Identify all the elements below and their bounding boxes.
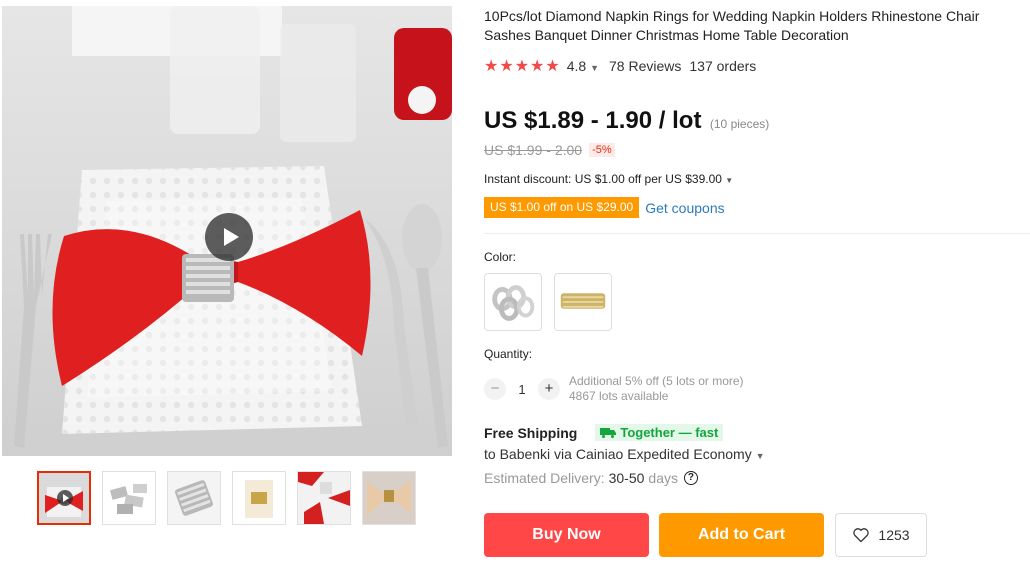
discount-badge: -5% — [589, 143, 615, 157]
thumb-silver-closeup-image — [168, 472, 220, 524]
delivery-label: Estimated Delivery: — [484, 470, 605, 486]
instant-discount-text: Instant discount: US $1.00 off per US $3… — [484, 172, 722, 186]
together-badge: Together — fast — [595, 424, 724, 441]
rating-value[interactable]: 4.8 ▼ — [567, 58, 599, 74]
truck-icon — [600, 428, 617, 438]
wishlist-count: 1253 — [878, 527, 910, 543]
quantity-label: Quantity: — [484, 347, 533, 361]
quantity-stepper: − + Additional 5% off (5 lots or more) 4… — [484, 374, 744, 404]
delivery-days: 30-50 — [608, 470, 645, 486]
color-swatch-gold[interactable] — [554, 273, 612, 331]
section-divider — [484, 233, 1030, 234]
wishlist-button[interactable]: 1253 — [835, 513, 927, 557]
orders-count: 137 orders — [689, 58, 757, 74]
current-price: US $1.89 - 1.90 / lot — [484, 107, 702, 134]
chevron-down-icon: ▼ — [755, 451, 765, 461]
get-coupons-link[interactable]: Get coupons — [645, 200, 724, 216]
thumb-video-red-napkin[interactable] — [37, 471, 91, 525]
product-title: 10Pcs/lot Diamond Napkin Rings for Weddi… — [484, 8, 980, 43]
coupon-row: US $1.00 off on US $29.00 Get coupons — [484, 197, 725, 218]
quantity-decrease-button[interactable]: − — [484, 378, 506, 400]
quantity-note: Additional 5% off (5 lots or more) 4867 … — [569, 374, 744, 404]
main-product-image[interactable] — [2, 6, 452, 456]
rating-row: ★★★★★ 4.8 ▼ 78 Reviews 137 orders — [484, 56, 756, 76]
chevron-down-icon: ▼ — [590, 63, 599, 73]
mini-play-icon — [57, 490, 73, 506]
rating-number: 4.8 — [566, 58, 587, 74]
together-badge-text: Together — fast — [620, 425, 719, 440]
pieces-per-lot: (10 pieces) — [709, 117, 770, 131]
thumb-gold-ring-beige-napkin[interactable] — [362, 471, 416, 525]
price-row: US $1.89 - 1.90 / lot (10 pieces) — [484, 107, 769, 135]
color-swatches — [484, 273, 612, 331]
estimated-delivery: Estimated Delivery: 30-50 days ? — [484, 470, 698, 486]
star-rating-icon: ★★★★★ — [484, 58, 561, 75]
delivery-days-unit: days — [648, 470, 678, 486]
buy-now-button[interactable]: Buy Now — [484, 513, 649, 557]
coupon-tag[interactable]: US $1.00 off on US $29.00 — [484, 197, 640, 218]
quantity-increase-button[interactable]: + — [538, 378, 560, 400]
color-label: Color: — [484, 250, 517, 264]
chevron-down-icon: ▼ — [725, 176, 734, 185]
original-price-row: US $1.99 - 2.00 -5% — [484, 142, 615, 158]
thumb-gold-ring-image — [233, 472, 285, 524]
reviews-link[interactable]: 78 Reviews — [609, 58, 681, 74]
thumb-table-setting-red[interactable] — [297, 471, 351, 525]
silver-ring-swatch-image — [485, 274, 541, 330]
thumb-gold-ring-napkin[interactable] — [232, 471, 286, 525]
add-to-cart-button[interactable]: Add to Cart — [659, 513, 824, 557]
play-video-button[interactable] — [205, 213, 253, 261]
free-shipping-label: Free Shipping — [484, 424, 578, 441]
shipping-row: Free Shipping Together — fast — [484, 424, 724, 441]
thumbnail-strip — [37, 471, 416, 525]
instant-discount[interactable]: Instant discount: US $1.00 off per US $3… — [484, 172, 733, 186]
thumb-silver-rings-pile[interactable] — [102, 471, 156, 525]
stock-available: 4867 lots available — [569, 389, 669, 403]
gold-ring-swatch-image — [555, 274, 611, 330]
original-price: US $1.99 - 2.00 — [484, 142, 583, 158]
quantity-input[interactable] — [506, 381, 538, 397]
thumb-silver-rings-image — [103, 472, 155, 524]
thumb-table-setting-image — [298, 472, 350, 524]
shipping-method[interactable]: to Babenki via Cainiao Expedited Economy… — [484, 446, 765, 462]
thumb-beige-napkin-image — [363, 472, 415, 524]
help-icon[interactable]: ? — [683, 471, 698, 485]
shipping-method-text: to Babenki via Cainiao Expedited Economy — [484, 446, 752, 462]
bulk-discount-note: Additional 5% off (5 lots or more) — [569, 374, 744, 388]
color-swatch-silver[interactable] — [484, 273, 542, 331]
thumb-silver-ring-closeup[interactable] — [167, 471, 221, 525]
heart-icon — [853, 528, 870, 543]
